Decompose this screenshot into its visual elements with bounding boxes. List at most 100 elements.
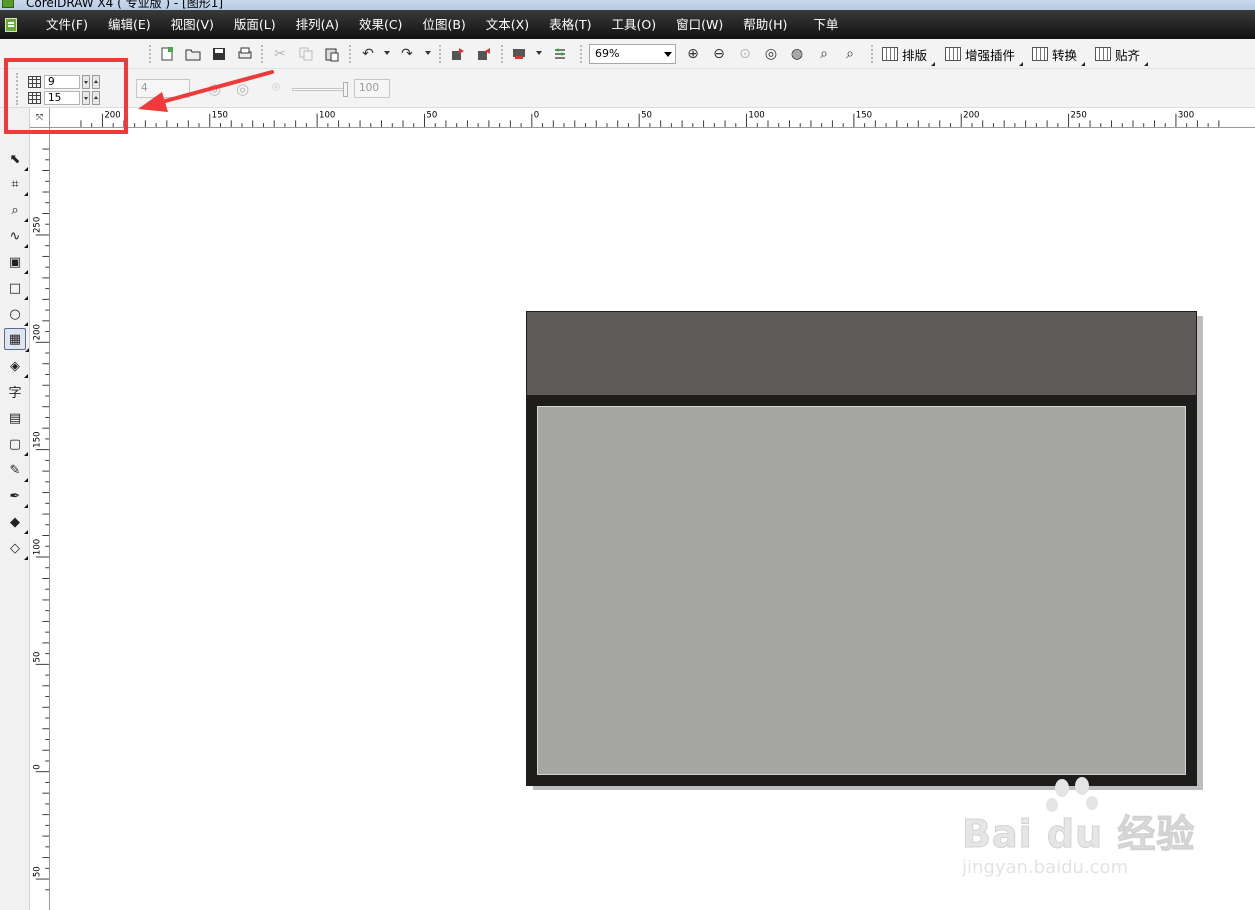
- menu-help[interactable]: 帮助(H): [733, 10, 797, 39]
- convert-button[interactable]: 转换: [1032, 44, 1086, 66]
- basic-shapes-tool-icon[interactable]: ◈: [6, 357, 28, 378]
- eyedropper-tool-icon[interactable]: ✎: [6, 461, 28, 482]
- menu-arrange[interactable]: 排列(A): [286, 10, 349, 39]
- menu-file[interactable]: 文件(F): [36, 10, 98, 39]
- ruler-label: 150: [33, 431, 43, 447]
- menu-table[interactable]: 表格(T): [539, 10, 601, 39]
- expansion-factor-input[interactable]: 100: [354, 79, 390, 98]
- text-tool-icon[interactable]: 字: [6, 382, 24, 401]
- paste-icon[interactable]: [322, 44, 342, 64]
- toolbox: ⬉ ⌗ ⌕ ∿ ▣ □ ○ ▦ ◈ 字 ▤ ▢ ✎ ✒ ◆ ◇: [0, 108, 30, 910]
- zoom-out-icon[interactable]: ⊖: [709, 44, 729, 64]
- launcher-dropdown-icon[interactable]: [536, 51, 542, 55]
- new-document-icon[interactable]: [157, 44, 177, 64]
- toolbar-grip: [439, 45, 441, 63]
- ruler-label: 250: [1070, 111, 1086, 121]
- spiral-revolutions-input[interactable]: 4: [136, 79, 190, 98]
- menu-edit[interactable]: 编辑(E): [98, 10, 161, 39]
- ruler-label: 0: [534, 111, 539, 121]
- print-icon[interactable]: [235, 44, 255, 64]
- copy-icon[interactable]: [296, 44, 316, 64]
- options-icon[interactable]: [550, 44, 570, 64]
- enhance-plugin-icon: [945, 47, 961, 61]
- flyout-corner-icon: [1144, 62, 1149, 66]
- toolbar-grip: [349, 45, 351, 63]
- ruler-label: 250: [33, 217, 43, 233]
- menu-effects[interactable]: 效果(C): [349, 10, 412, 39]
- menu-layout[interactable]: 版面(L): [224, 10, 286, 39]
- application-launcher-icon[interactable]: [509, 44, 529, 64]
- zoom-level-select[interactable]: 69%: [589, 44, 676, 64]
- typeset-label: 排版: [902, 47, 928, 63]
- zoom-selected-icon[interactable]: ⊙: [735, 44, 755, 64]
- flyout-corner-icon: [1019, 62, 1024, 66]
- coreldraw-window: CorelDRAW X4 ( 专业版 ) - [图形1] 文件(F) 编辑(E)…: [0, 0, 1255, 910]
- shape-tool-icon[interactable]: ⬉: [6, 150, 28, 171]
- zoom-tool-icon[interactable]: ⌕: [6, 201, 28, 222]
- table-tool-icon[interactable]: ▤: [6, 409, 24, 427]
- toolbar-grip: [871, 45, 873, 63]
- redo-icon[interactable]: ↷: [397, 44, 417, 64]
- chevron-down-icon: [664, 52, 672, 57]
- zoom-page-height-icon[interactable]: ⌕: [840, 44, 860, 64]
- snap-button[interactable]: 贴齐: [1095, 44, 1149, 66]
- fill-tool-icon[interactable]: ◆: [6, 513, 28, 534]
- save-icon[interactable]: [209, 44, 229, 64]
- ruler-label: 50: [641, 111, 652, 121]
- ruler-label: 100: [319, 111, 335, 121]
- undo-icon[interactable]: ↶: [358, 44, 378, 64]
- convert-label: 转换: [1052, 47, 1078, 63]
- annotation-highlight-box: [4, 58, 128, 134]
- rectangle-tool-icon[interactable]: □: [6, 279, 28, 300]
- zoom-level-value: 69%: [595, 47, 620, 60]
- expansion-slider-handle[interactable]: [343, 82, 348, 97]
- smart-fill-tool-icon[interactable]: ▣: [6, 253, 28, 274]
- typeset-button[interactable]: 排版: [882, 44, 936, 66]
- toolbar-grip: [261, 45, 263, 63]
- crop-tool-icon[interactable]: ⌗: [6, 175, 28, 196]
- logarithmic-spiral-icon[interactable]: ◎: [236, 80, 249, 98]
- menu-view[interactable]: 视图(V): [161, 10, 224, 39]
- vertical-ruler[interactable]: 250 200 150 100 50 0 50: [30, 128, 50, 910]
- toolbar-grip: [580, 45, 582, 63]
- board-top-panel-shape[interactable]: [527, 312, 1196, 395]
- zoom-page-width-icon[interactable]: ⌕: [814, 44, 834, 64]
- ruler-label: 0: [33, 764, 43, 769]
- ruler-label: 50: [33, 652, 43, 663]
- ellipse-tool-icon[interactable]: ○: [6, 305, 28, 326]
- convert-icon: [1032, 47, 1048, 61]
- toolbar-grip: [501, 45, 503, 63]
- zoom-all-objects-icon[interactable]: ◎: [761, 44, 781, 64]
- outline-tool-icon[interactable]: ✒: [6, 487, 28, 508]
- graph-paper-tool-icon[interactable]: ▦: [4, 328, 29, 352]
- expansion-slider-track[interactable]: [292, 88, 347, 91]
- zoom-page-icon[interactable]: ◍: [787, 44, 807, 64]
- window-title: CorelDRAW X4 ( 专业版 ) - [图形1]: [26, 0, 224, 10]
- import-icon[interactable]: [448, 44, 468, 64]
- menu-window[interactable]: 窗口(W): [666, 10, 733, 39]
- menu-tools[interactable]: 工具(O): [602, 10, 667, 39]
- ruler-label: 100: [748, 111, 764, 121]
- zoom-in-icon[interactable]: ⊕: [683, 44, 703, 64]
- horizontal-ruler[interactable]: 200 150 100 50 0 50 100 150 200 250 300: [30, 108, 1255, 128]
- freehand-tool-icon[interactable]: ∿: [6, 227, 28, 248]
- menu-text[interactable]: 文本(X): [476, 10, 539, 39]
- ruler-label: 200: [33, 324, 43, 340]
- cut-icon[interactable]: ✂: [270, 44, 290, 64]
- export-icon[interactable]: [474, 44, 494, 64]
- interactive-blend-tool-icon[interactable]: ▢: [6, 435, 28, 456]
- redo-dropdown-icon[interactable]: [425, 51, 431, 55]
- open-folder-icon[interactable]: [183, 44, 203, 64]
- document-icon[interactable]: [5, 17, 17, 32]
- board-screen-shape[interactable]: [537, 406, 1186, 775]
- symmetrical-spiral-icon[interactable]: ◎: [208, 80, 221, 98]
- interactive-fill-tool-icon[interactable]: ◇: [6, 539, 28, 560]
- coreldraw-app-icon: [2, 0, 14, 8]
- toolbar-grip[interactable]: [149, 45, 151, 63]
- menu-bitmaps[interactable]: 位图(B): [412, 10, 475, 39]
- enhance-plugin-button[interactable]: 增强插件: [945, 44, 1024, 66]
- snap-label: 贴齐: [1115, 47, 1141, 63]
- enhance-plugin-label: 增强插件: [965, 47, 1016, 63]
- menu-order[interactable]: 下单: [797, 10, 848, 39]
- undo-dropdown-icon[interactable]: [384, 51, 390, 55]
